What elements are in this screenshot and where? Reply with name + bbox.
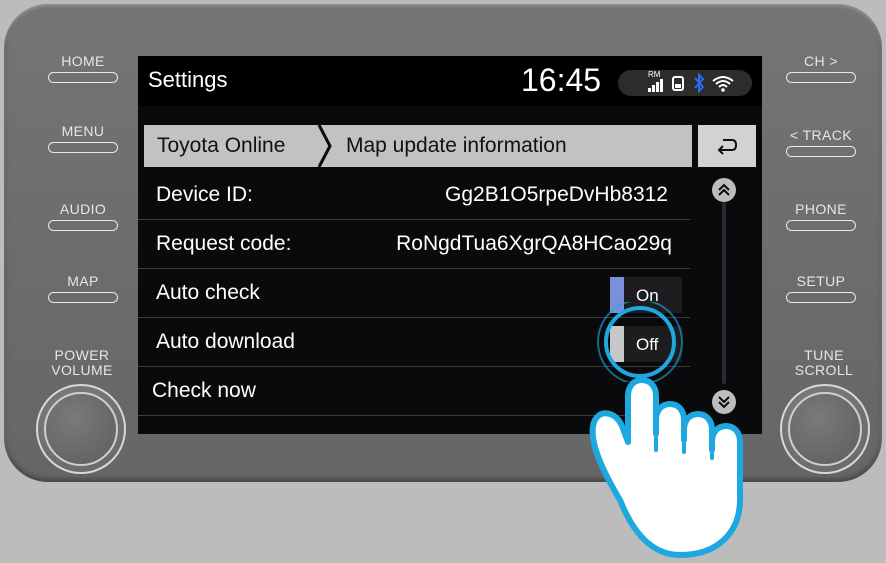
home-hw-label: HOME	[61, 53, 105, 69]
menu-hw-bar	[48, 142, 118, 153]
phone-hw-label: PHONE	[795, 201, 847, 217]
phone-hw-button[interactable]: PHONE	[786, 202, 856, 231]
track-hw-label: < TRACK	[789, 127, 853, 143]
request-code-row: Request code: RoNgdTua6XgrQA8HCao29q	[138, 220, 690, 269]
home-hw-bar	[48, 72, 118, 83]
phone-battery-icon	[672, 76, 684, 91]
menu-hw-button[interactable]: MENU	[48, 124, 118, 153]
power-label: POWER	[54, 347, 110, 363]
page-title: Settings	[148, 67, 228, 92]
status-bar: Settings 16:45 RM	[138, 56, 762, 106]
scroll-label: SCROLL	[794, 362, 854, 378]
track-hw-bar	[786, 146, 856, 157]
ch-hw-label: CH >	[804, 53, 838, 69]
signal-bars-icon	[648, 79, 663, 92]
return-arrow-icon	[717, 139, 738, 155]
audio-hw-label: AUDIO	[59, 201, 107, 217]
wifi-icon	[712, 76, 734, 92]
power-volume-knob[interactable]	[36, 384, 126, 474]
breadcrumb-separator-icon	[317, 125, 332, 167]
map-hw-button[interactable]: MAP	[48, 274, 118, 303]
chevron-double-up-icon	[718, 183, 730, 196]
auto-download-label: Auto download	[156, 330, 295, 353]
setup-hw-bar	[786, 292, 856, 303]
breadcrumb-toyota-online[interactable]: Toyota Online	[157, 134, 285, 158]
bluetooth-icon	[694, 73, 705, 93]
status-icons-pill: RM	[618, 70, 752, 96]
setup-hw-label: SETUP	[796, 273, 846, 289]
request-code-label: Request code:	[156, 232, 292, 255]
map-hw-bar	[48, 292, 118, 303]
audio-hw-button[interactable]: AUDIO	[48, 202, 118, 231]
clock: 16:45	[521, 62, 602, 98]
tune-scroll-label: TUNE SCROLL	[782, 348, 866, 378]
audio-hw-bar	[48, 220, 118, 231]
device-id-label: Device ID:	[156, 183, 253, 206]
track-hw-button[interactable]: < TRACK	[786, 128, 856, 157]
tune-scroll-knob-cap	[788, 392, 862, 466]
map-hw-label: MAP	[67, 273, 99, 289]
device-id-value: Gg2B1O5rpeDvHb8312	[445, 183, 668, 206]
power-volume-knob-cap	[44, 392, 118, 466]
breadcrumb: Toyota Online Map update information	[144, 125, 692, 167]
device-id-row: Device ID: Gg2B1O5rpeDvHb8312	[138, 171, 690, 220]
tune-scroll-knob[interactable]	[780, 384, 870, 474]
tune-label: TUNE	[804, 347, 844, 363]
breadcrumb-map-update-info: Map update information	[346, 134, 567, 157]
menu-hw-label: MENU	[61, 123, 105, 139]
request-code-value: RoNgdTua6XgrQA8HCao29q	[396, 232, 672, 255]
check-now-label: Check now	[152, 379, 256, 402]
tap-hand-icon	[589, 377, 743, 558]
ch-hw-bar	[786, 72, 856, 83]
auto-check-label: Auto check	[156, 281, 260, 304]
scroll-up-button[interactable]	[712, 178, 736, 202]
setup-hw-button[interactable]: SETUP	[786, 274, 856, 303]
home-hw-button[interactable]: HOME	[48, 54, 118, 83]
phone-hw-bar	[786, 220, 856, 231]
volume-label: VOLUME	[51, 362, 113, 378]
power-volume-label: POWER VOLUME	[40, 348, 124, 378]
back-button[interactable]	[698, 125, 756, 167]
ch-hw-button[interactable]: CH >	[786, 54, 856, 83]
